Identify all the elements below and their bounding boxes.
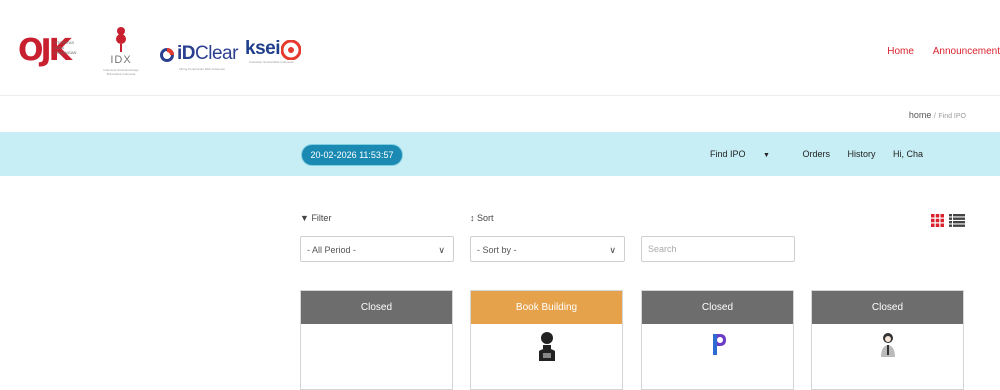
menu-find-ipo[interactable]: Find IPO ▼ <box>710 149 785 159</box>
idclear-logo-bold: iD <box>177 43 196 64</box>
menu-history[interactable]: History <box>848 149 876 159</box>
breadcrumb-current: Find IPO <box>938 113 966 120</box>
search-input[interactable] <box>641 236 795 262</box>
period-select-value: - All Period - <box>307 245 357 255</box>
ksei-logo-text: ksei <box>245 38 280 59</box>
filter-label-text: Filter <box>311 213 332 223</box>
chevron-down-icon: ∨ <box>438 245 445 255</box>
idx-logo-subtext: Indonesia Stock Exchange Bursa Efek Indo… <box>103 68 139 76</box>
grid-view-icon[interactable] <box>931 214 944 227</box>
funnel-icon: ▼ <box>300 213 309 223</box>
sort-icon: ↕ <box>470 213 475 223</box>
nav-home-link[interactable]: Home <box>887 46 914 57</box>
chevron-down-icon: ∨ <box>609 245 616 255</box>
chevron-down-icon: ▼ <box>763 152 770 159</box>
card-status-badge: Closed <box>301 291 452 324</box>
datetime-badge: 20-02-2026 11:53:57 <box>302 145 402 165</box>
ksei-logo[interactable]: ksei Kustodian Sentral Efek Indonesia <box>245 38 305 72</box>
main-menubar: 20-02-2026 11:53:57 Find IPO ▼ Orders Hi… <box>0 132 1000 176</box>
company-logo-p-icon <box>712 334 726 355</box>
idclear-logo-rest: Clear <box>195 43 238 64</box>
ksei-emblem-icon <box>281 40 301 60</box>
menu-find-ipo-label: Find IPO <box>710 149 746 159</box>
sort-select[interactable]: - Sort by - ∨ <box>470 236 625 262</box>
top-nav: Home Announcement <box>871 46 1000 57</box>
sort-label: ↕ Sort <box>470 213 494 223</box>
company-mascot-icon <box>880 333 895 357</box>
company-mascot-icon <box>538 332 555 361</box>
site-header: OJK OTORITAS JASA KEUANGAN IDX Indonesia… <box>0 0 1000 96</box>
idx-logo-text: IDX <box>110 54 132 66</box>
card-status-badge: Book Building <box>471 291 622 324</box>
sort-label-text: Sort <box>477 213 494 223</box>
nav-announcement-link[interactable]: Announcement <box>933 46 1000 57</box>
idclear-logo[interactable]: iDClear Kliring Penjaminan Efek Indonesi… <box>159 43 239 73</box>
ojk-logo-subtext: OTORITAS JASA KEUANGAN <box>54 40 77 55</box>
ojk-logo[interactable]: OJK OTORITAS JASA KEUANGAN <box>18 34 78 68</box>
idclear-logo-text: iDClear <box>177 43 238 65</box>
idclear-logo-subtext: Kliring Penjaminan Efek Indonesia <box>179 67 225 71</box>
list-view-icon[interactable] <box>949 214 965 227</box>
idx-emblem-icon <box>116 27 126 52</box>
breadcrumb-home-link[interactable]: home <box>909 110 932 120</box>
main-menu: Find IPO ▼ Orders History Hi, Cha <box>710 149 938 159</box>
idx-logo[interactable]: IDX Indonesia Stock Exchange Bursa Efek … <box>101 26 141 88</box>
idclear-emblem-icon <box>160 48 174 62</box>
company-logo <box>812 331 963 366</box>
menu-orders[interactable]: Orders <box>802 149 830 159</box>
company-logo <box>471 331 622 370</box>
ksei-logo-subtext: Kustodian Sentral Efek Indonesia <box>249 60 294 64</box>
card-status-badge: Closed <box>642 291 793 324</box>
period-select[interactable]: - All Period - ∨ <box>300 236 454 262</box>
ipo-card[interactable]: Closed <box>300 290 453 390</box>
breadcrumb: home / Find IPO <box>909 110 966 120</box>
filter-label: ▼ Filter <box>300 213 331 223</box>
ipo-card[interactable]: Closed <box>641 290 794 390</box>
company-logo <box>642 331 793 364</box>
card-status-badge: Closed <box>812 291 963 324</box>
ipo-card[interactable]: Book Building <box>470 290 623 390</box>
sort-select-value: - Sort by - <box>477 245 517 255</box>
breadcrumb-separator: / <box>933 113 936 120</box>
menu-user-greeting[interactable]: Hi, Cha <box>893 149 923 159</box>
ipo-card[interactable]: Closed <box>811 290 964 390</box>
